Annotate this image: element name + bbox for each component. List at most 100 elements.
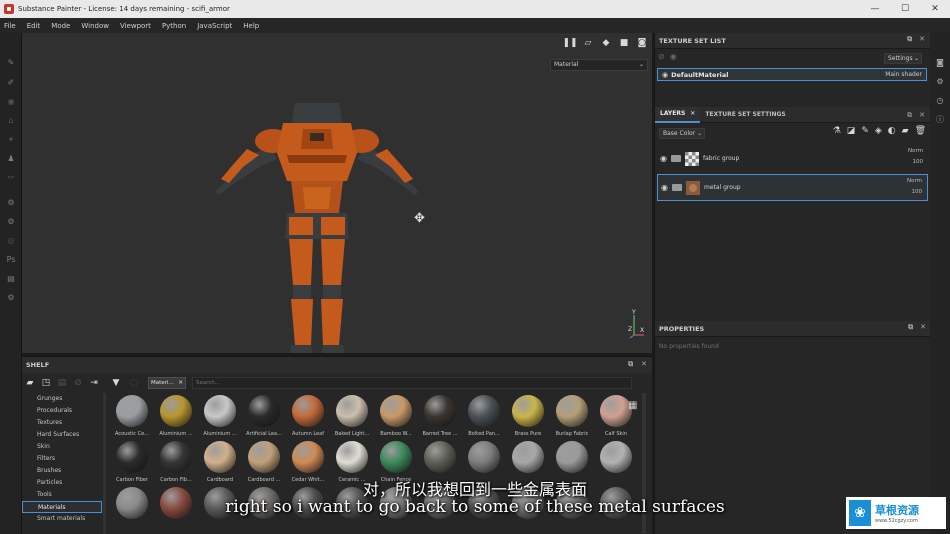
close-tab-icon[interactable]: ✕: [690, 110, 695, 117]
link-icon[interactable]: ⊘: [658, 52, 665, 61]
material-preview-sphere: [160, 395, 192, 427]
close-panel-icon[interactable]: ✕: [919, 35, 925, 44]
add-smart-material-icon[interactable]: ◐: [888, 126, 896, 136]
shelf-category-hard-surfaces[interactable]: Hard Surfaces: [22, 429, 102, 441]
clone-stamp-icon[interactable]: ♟: [6, 153, 16, 163]
screenshot-icon[interactable]: ◙: [636, 37, 648, 49]
eye-icon[interactable]: ◉: [660, 154, 667, 163]
layer-opacity[interactable]: 100: [912, 189, 923, 195]
add-effect-icon[interactable]: ⚗: [833, 126, 841, 136]
cube-view-icon[interactable]: ◆: [600, 37, 612, 49]
menu-viewport[interactable]: Viewport: [120, 22, 151, 30]
float-panel-icon[interactable]: ⧉: [908, 323, 913, 332]
shelf-category-procedurals[interactable]: Procedurals: [22, 405, 102, 417]
grid-view-icon[interactable]: ▦: [628, 400, 637, 411]
eye-icon[interactable]: ◉: [661, 183, 668, 192]
material-thumbnail[interactable]: Baked Light...: [330, 395, 374, 439]
pause-icon[interactable]: ❚❚: [562, 37, 577, 49]
close-icon[interactable]: ✕: [178, 378, 183, 388]
photoshop-icon[interactable]: Ps: [6, 254, 16, 264]
channel-select[interactable]: Base Color ⌄: [659, 128, 705, 139]
visibility-icon[interactable]: ◉: [670, 52, 677, 61]
material-thumbnail[interactable]: Artificial Lea...: [242, 395, 286, 439]
material-thumbnail[interactable]: Autumn Leaf: [286, 395, 330, 439]
color-picker-icon[interactable]: ✑: [6, 172, 16, 182]
bake-icon[interactable]: ⚙: [6, 216, 16, 226]
camera-settings-icon[interactable]: ◙: [935, 57, 945, 67]
material-label: Autumn Leaf: [292, 431, 324, 437]
tab-texture-set-settings[interactable]: TEXTURE SET SETTINGS: [700, 107, 790, 123]
frame-icon[interactable]: ▱: [582, 37, 594, 49]
import-icon[interactable]: ⇥: [88, 377, 100, 389]
material-thumbnail[interactable]: Barred Tree ...: [418, 395, 462, 439]
menu-javascript[interactable]: JavaScript: [197, 22, 232, 30]
folder-icon[interactable]: ▰: [24, 377, 36, 389]
close-panel-icon[interactable]: ✕: [641, 360, 647, 369]
display-settings-icon[interactable]: ⚙: [935, 76, 945, 86]
menu-help[interactable]: Help: [243, 22, 259, 30]
material-thumbnail[interactable]: Aluminium ...: [154, 395, 198, 439]
shelf-category-skin[interactable]: Skin: [22, 441, 102, 453]
minimize-button[interactable]: —: [860, 0, 890, 18]
layer-blend-mode[interactable]: Norm: [908, 148, 923, 154]
add-paint-layer-icon[interactable]: ✎: [861, 126, 869, 136]
properties-header: PROPERTIES ⧉ ✕: [655, 321, 931, 337]
smudge-icon[interactable]: ✦: [6, 134, 16, 144]
export-icon[interactable]: ▤: [6, 273, 16, 283]
log-icon[interactable]: ⓘ: [935, 114, 945, 124]
maximize-button[interactable]: ☐: [890, 0, 920, 18]
float-panel-icon[interactable]: ⧉: [907, 111, 912, 120]
material-thumbnail[interactable]: Bolted Pan...: [462, 395, 506, 439]
layer-row-fabric-group[interactable]: ◉ fabric group Norm 100: [657, 145, 928, 172]
shelf-category-filters[interactable]: Filters: [22, 453, 102, 465]
layer-row-metal-group[interactable]: ◉ metal group Norm 100: [657, 174, 928, 201]
add-fill-layer-icon[interactable]: ◈: [875, 126, 882, 136]
material-thumbnail[interactable]: Aluminium ...: [198, 395, 242, 439]
menu-python[interactable]: Python: [162, 22, 186, 30]
close-panel-icon[interactable]: ✕: [919, 111, 925, 120]
close-panel-icon[interactable]: ✕: [920, 323, 926, 332]
3d-viewport[interactable]: ❚❚ ▱ ◆ ■ ◙ Material ⌄ ✥ Y Z X: [22, 33, 652, 353]
material-thumbnail[interactable]: Burlap Fabric: [550, 395, 594, 439]
eye-icon[interactable]: ◉: [662, 71, 668, 79]
float-panel-icon[interactable]: ⧉: [628, 360, 633, 369]
material-thumbnail[interactable]: Brass Pure: [506, 395, 550, 439]
material-thumbnail[interactable]: Bamboo W...: [374, 395, 418, 439]
refresh-icon[interactable]: ◌: [128, 377, 140, 389]
delete-layer-icon[interactable]: 🗑: [915, 126, 926, 136]
texture-set-settings-dropdown[interactable]: Settings ⌄: [884, 53, 922, 64]
filter-icon[interactable]: ▼: [110, 377, 122, 389]
remove-folder-icon[interactable]: ▤: [56, 377, 68, 389]
material-thumbnail[interactable]: Acoustic Ce...: [110, 395, 154, 439]
eraser-icon[interactable]: ✐: [6, 77, 16, 87]
menu-window[interactable]: Window: [81, 22, 109, 30]
add-mask-icon[interactable]: ◪: [847, 126, 856, 136]
shelf-search-input[interactable]: [192, 377, 632, 389]
layer-blend-mode[interactable]: Norm: [907, 178, 922, 184]
texture-set-row-defaultmaterial[interactable]: ◉ DefaultMaterial Main shader: [657, 68, 927, 81]
float-panel-icon[interactable]: ⧉: [907, 35, 912, 44]
iray-icon[interactable]: ◎: [6, 235, 16, 245]
add-folder-icon[interactable]: ▰: [902, 126, 909, 136]
plugin-gear-icon[interactable]: ⚙: [6, 292, 16, 302]
new-folder-icon[interactable]: ◳: [40, 377, 52, 389]
shelf-category-textures[interactable]: Textures: [22, 417, 102, 429]
camera-icon[interactable]: ■: [618, 37, 630, 49]
menu-file[interactable]: File: [4, 22, 16, 30]
display-mode-select[interactable]: Material ⌄: [550, 59, 648, 71]
shelf-category-grunges[interactable]: Grunges: [22, 393, 102, 405]
settings-gear-icon[interactable]: ⚙: [6, 197, 16, 207]
menu-edit[interactable]: Edit: [27, 22, 41, 30]
menu-mode[interactable]: Mode: [51, 22, 70, 30]
hide-icon[interactable]: ⊘: [72, 377, 84, 389]
close-button[interactable]: ✕: [920, 0, 950, 18]
geometry-mask-icon[interactable]: ⌂: [6, 115, 16, 125]
projection-icon[interactable]: ◉: [6, 96, 16, 106]
filter-chip-materials[interactable]: Materi... ✕: [148, 377, 186, 389]
paint-brush-icon[interactable]: ✎: [6, 57, 16, 67]
layer-name: fabric group: [702, 155, 740, 162]
layer-opacity[interactable]: 100: [913, 159, 924, 165]
history-icon[interactable]: ◷: [935, 95, 945, 105]
tab-layers[interactable]: LAYERS ✕: [655, 106, 701, 123]
shader-name[interactable]: Main shader: [885, 71, 922, 78]
